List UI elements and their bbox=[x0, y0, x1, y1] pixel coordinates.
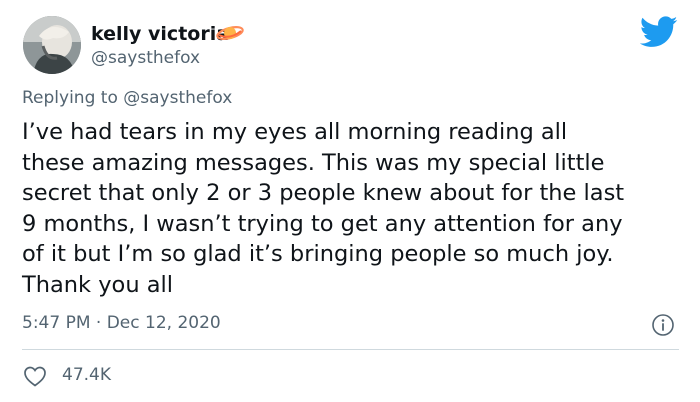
author-handle[interactable]: @saysthefox bbox=[91, 48, 200, 68]
tweet-text-line: 9 months, I wasn’t trying to get any att… bbox=[22, 210, 623, 237]
tweet-card: kelly victoria @saysthefox Replying to @… bbox=[0, 0, 700, 402]
like-count[interactable]: 47.4K bbox=[62, 365, 111, 385]
tweet-text-line: secret that only 2 or 3 people knew abou… bbox=[22, 180, 625, 206]
heart-icon[interactable] bbox=[23, 365, 47, 387]
twitter-bird-icon[interactable] bbox=[640, 16, 678, 48]
reply-mention-link[interactable]: @saysthefox bbox=[123, 88, 232, 108]
tweet-timestamp[interactable]: 5:47 PM · Dec 12, 2020 bbox=[22, 313, 221, 333]
tweet-text-line: Thank you all bbox=[22, 271, 174, 298]
divider bbox=[22, 349, 679, 350]
avatar-photo bbox=[23, 16, 81, 74]
replying-to: Replying to @saysthefox bbox=[22, 88, 232, 108]
tweet-text-line: these amazing messages. This was my spec… bbox=[22, 149, 605, 176]
tweet-text: I’ve had tears in my eyes all morning re… bbox=[22, 117, 692, 300]
avatar[interactable] bbox=[23, 16, 81, 74]
replying-to-label: Replying to bbox=[22, 88, 118, 108]
tweet-text-line: I’ve had tears in my eyes all morning re… bbox=[22, 119, 568, 145]
tweet-text-line: of it but I’m so glad it’s bringing peop… bbox=[22, 241, 614, 267]
author-name[interactable]: kelly victoria bbox=[91, 23, 229, 45]
info-icon[interactable] bbox=[651, 313, 675, 337]
planet-emoji-icon bbox=[216, 26, 244, 40]
